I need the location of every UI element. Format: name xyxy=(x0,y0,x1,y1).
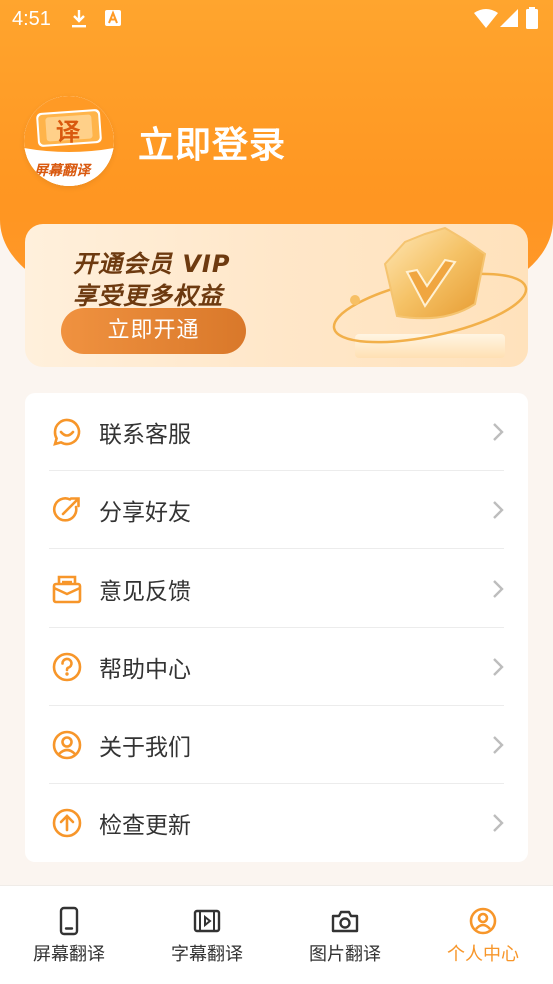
about-icon xyxy=(52,730,82,760)
vip-open-button[interactable]: 立即开通 xyxy=(61,308,246,354)
menu-item-label: 帮助中心 xyxy=(99,657,191,683)
vip-title: 开通会员 VIP xyxy=(73,250,231,278)
menu-item-label: 关于我们 xyxy=(99,735,191,761)
login-button[interactable]: 立即登录 xyxy=(138,116,286,168)
nav-screen-translate[interactable]: 屏幕翻译 xyxy=(0,886,138,984)
vip-banner[interactable]: 开通会员 VIP 享受更多权益 立即开通 xyxy=(25,224,528,367)
download-icon xyxy=(72,10,86,28)
nav-personal-center[interactable]: 个人中心 xyxy=(414,886,552,984)
settings-menu: 联系客服 分享好友 意见反馈 帮助中心 关于我们 检查更新 xyxy=(25,393,528,862)
status-bar: 4:51 xyxy=(0,0,553,38)
chevron-right-icon xyxy=(493,736,504,754)
menu-item-label: 联系客服 xyxy=(99,422,191,448)
chevron-right-icon xyxy=(493,501,504,519)
menu-item-contact-service[interactable]: 联系客服 xyxy=(25,393,528,471)
menu-item-label: 检查更新 xyxy=(99,813,191,839)
feedback-icon xyxy=(52,575,82,604)
chevron-right-icon xyxy=(493,658,504,676)
logo-char: 译 xyxy=(56,118,80,146)
wifi-icon xyxy=(474,9,498,28)
app-logo[interactable]: 译 屏幕翻译 xyxy=(24,96,114,186)
camera-icon xyxy=(331,910,359,933)
menu-item-share[interactable]: 分享好友 xyxy=(25,471,528,549)
video-icon xyxy=(193,909,221,933)
chevron-right-icon xyxy=(493,814,504,832)
nav-image-translate[interactable]: 图片翻译 xyxy=(276,886,414,984)
vip-subtitle: 享受更多权益 xyxy=(73,282,223,310)
chevron-right-icon xyxy=(493,423,504,441)
phone-icon xyxy=(59,906,79,936)
text-icon xyxy=(105,10,121,26)
share-icon xyxy=(52,497,80,522)
signal-icon xyxy=(500,9,518,27)
menu-item-label: 意见反馈 xyxy=(99,579,191,605)
user-icon xyxy=(469,907,497,935)
nav-subtitle-translate[interactable]: 字幕翻译 xyxy=(138,886,276,984)
bottom-navigation: 屏幕翻译 字幕翻译 图片翻译 个人中心 xyxy=(0,885,553,984)
menu-item-label: 分享好友 xyxy=(99,500,191,526)
status-time: 4:51 xyxy=(12,8,51,30)
menu-item-check-update[interactable]: 检查更新 xyxy=(25,784,528,862)
menu-item-about[interactable]: 关于我们 xyxy=(25,706,528,784)
menu-item-help[interactable]: 帮助中心 xyxy=(25,628,528,706)
menu-item-feedback[interactable]: 意见反馈 xyxy=(25,550,528,628)
nav-label: 图片翻译 xyxy=(309,944,381,965)
help-icon xyxy=(52,652,82,682)
nav-label: 字幕翻译 xyxy=(171,944,243,965)
nav-label: 屏幕翻译 xyxy=(33,944,105,965)
nav-label: 个人中心 xyxy=(447,944,519,965)
divider xyxy=(49,548,504,549)
battery-icon xyxy=(526,7,538,29)
logo-caption: 屏幕翻译 xyxy=(34,163,90,179)
vip-crown-icon xyxy=(332,226,528,358)
chevron-right-icon xyxy=(493,580,504,598)
update-icon xyxy=(52,808,82,838)
customer-service-icon xyxy=(53,418,81,446)
